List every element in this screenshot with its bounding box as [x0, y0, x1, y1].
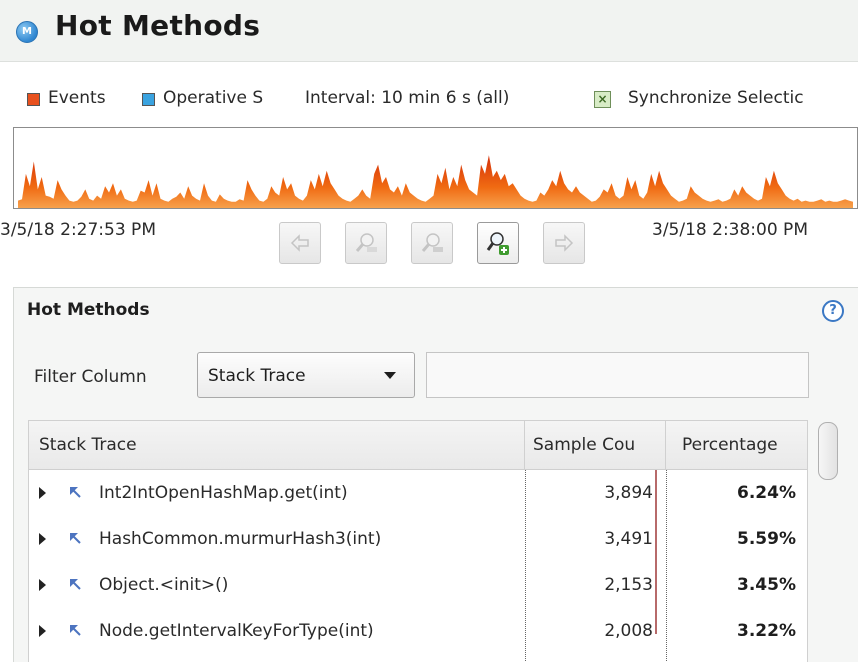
sample-count: 2,008: [604, 621, 653, 641]
interval-label: Interval: 10 min 6 s (all): [305, 88, 510, 108]
zoom-in-icon: [486, 232, 509, 255]
percentage: 3.22%: [737, 621, 796, 641]
percentage: 3.45%: [737, 575, 796, 595]
filter-column-label: Filter Column: [34, 367, 147, 387]
hot-methods-panel: Hot Methods ? Filter Column Stack Trace …: [13, 287, 858, 662]
table-row[interactable]: Object.<init>() 2,153 3.45%: [29, 562, 807, 608]
timeline-end-label: 3/5/18 2:38:00 PM: [652, 220, 808, 240]
sample-count: 2,153: [604, 575, 653, 595]
column-header-percentage[interactable]: Percentage: [666, 421, 807, 470]
method-name: Int2IntOpenHashMap.get(int): [99, 483, 348, 503]
percentage: 6.24%: [737, 483, 796, 503]
table-row[interactable]: Int2IntOpenHashMap.get(int) 3,894 6.24%: [29, 470, 807, 516]
sample-count: 3,894: [604, 483, 653, 503]
table-header: Stack Trace Sample Cou Percentage: [29, 421, 807, 470]
zoom-out-button[interactable]: [345, 222, 387, 264]
expand-arrow-icon[interactable]: [39, 533, 46, 545]
method-icon: [70, 625, 81, 636]
table-scrollbar[interactable]: [818, 420, 840, 662]
column-header-sample-count[interactable]: Sample Cou: [525, 421, 666, 470]
zoom-reset-icon: [421, 233, 443, 252]
zoom-reset-button[interactable]: [411, 222, 453, 264]
table-row[interactable]: Node.getIntervalKeyForType(int) 2,008 3.…: [29, 608, 807, 654]
zoom-in-button[interactable]: [477, 222, 519, 264]
expand-arrow-icon[interactable]: [39, 487, 46, 499]
arrow-right-icon: [555, 234, 574, 252]
operative-swatch: [142, 93, 155, 106]
method-icon: [70, 579, 81, 590]
events-area: [18, 155, 853, 208]
filter-column-value: Stack Trace: [208, 366, 306, 386]
percentage: 5.59%: [737, 529, 796, 549]
method-profiling-icon: M: [16, 21, 38, 43]
scroll-right-button[interactable]: [543, 222, 585, 264]
expand-arrow-icon[interactable]: [39, 579, 46, 591]
method-icon: [70, 533, 81, 544]
method-name: Object.<init>(): [99, 575, 229, 595]
filter-column-select[interactable]: Stack Trace: [197, 352, 415, 398]
events-swatch: [27, 93, 40, 106]
synchronize-selection-label[interactable]: Synchronize Selectic: [628, 88, 858, 108]
timeline-svg: [18, 155, 853, 208]
editor-header: M Hot Methods: [0, 0, 858, 62]
method-name: Node.getIntervalKeyForType(int): [99, 621, 374, 641]
panel-title: Hot Methods: [27, 300, 150, 320]
help-icon[interactable]: ?: [822, 300, 844, 322]
hot-methods-table: Stack Trace Sample Cou Percentage Int2In…: [28, 420, 808, 662]
checkbox-x-icon[interactable]: ×: [594, 91, 611, 108]
expand-arrow-icon[interactable]: [39, 625, 46, 637]
legend-events-label[interactable]: Events: [48, 88, 106, 108]
zoom-out-icon: [355, 233, 377, 252]
column-header-stack-trace[interactable]: Stack Trace: [29, 421, 525, 470]
method-icon: [70, 487, 81, 498]
legend-operative-label[interactable]: Operative S: [163, 88, 287, 108]
arrow-left-icon: [290, 234, 309, 252]
scrollbar-thumb[interactable]: [818, 422, 838, 480]
scroll-left-button[interactable]: [279, 222, 321, 264]
sample-count: 3,491: [604, 529, 653, 549]
filter-text-input[interactable]: [426, 352, 809, 398]
timeline-chart[interactable]: [13, 127, 858, 209]
timeline-legend: Events Operative S Interval: 10 min 6 s …: [0, 84, 858, 114]
timeline-start-label: 3/5/18 2:27:53 PM: [0, 220, 156, 240]
chevron-down-icon: [384, 372, 396, 379]
page-title: Hot Methods: [55, 9, 261, 42]
table-row[interactable]: HashCommon.murmurHash3(int) 3,491 5.59%: [29, 516, 807, 562]
method-name: HashCommon.murmurHash3(int): [99, 529, 382, 549]
